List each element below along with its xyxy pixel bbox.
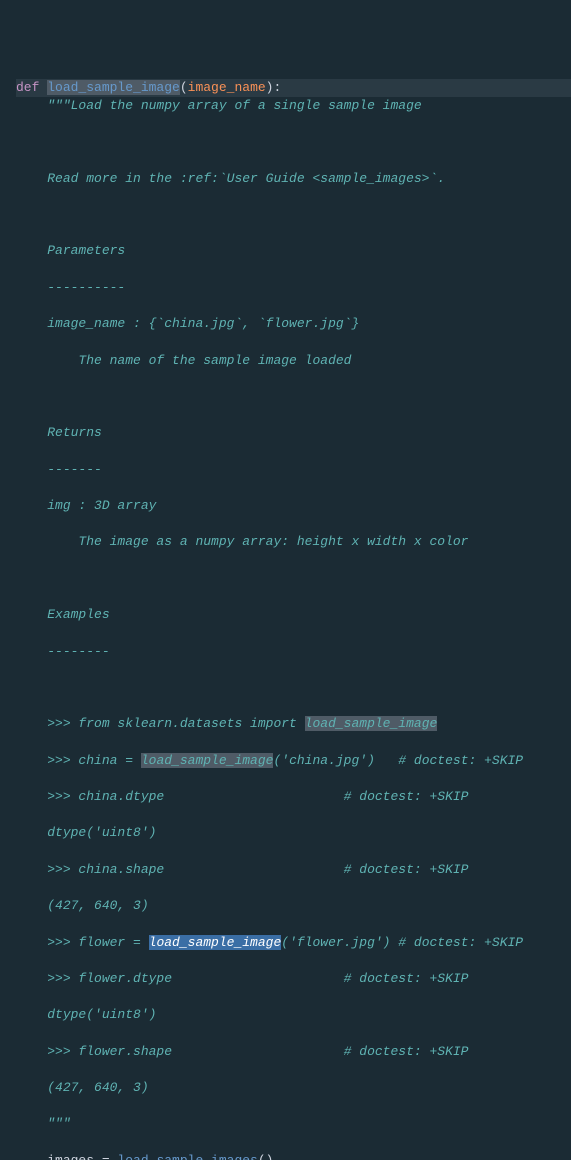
docstring-line[interactable]: """	[16, 1115, 571, 1133]
docstring-line[interactable]: The image as a numpy array: height x wid…	[16, 533, 571, 551]
docstring-line[interactable]: --------	[16, 643, 571, 661]
search-match-active: load_sample_image	[149, 935, 282, 950]
function-name: load_sample_image	[47, 80, 180, 95]
docstring-line[interactable]: ----------	[16, 279, 571, 297]
code-line[interactable]: images = load_sample_images()	[16, 1152, 571, 1160]
docstring-line[interactable]	[16, 679, 571, 697]
docstring-line[interactable]: (427, 640, 3)	[16, 1079, 571, 1097]
paren: ):	[266, 80, 282, 95]
parameter: image_name	[188, 80, 266, 95]
search-match: load_sample_image	[305, 716, 438, 731]
docstring-line[interactable]: dtype('uint8')	[16, 1006, 571, 1024]
docstring-line[interactable]: Returns	[16, 424, 571, 442]
docstring-line[interactable]: Read more in the :ref:`User Guide <sampl…	[16, 170, 571, 188]
search-match: load_sample_image	[141, 753, 274, 768]
docstring-line[interactable]	[16, 206, 571, 224]
docstring-line[interactable]: """Load the numpy array of a single samp…	[16, 97, 571, 115]
docstring-line[interactable]: >>> china.shape # doctest: +SKIP	[16, 861, 571, 879]
code-line-def[interactable]: def load_sample_image(image_name):	[16, 79, 571, 97]
docstring-line[interactable]: img : 3D array	[16, 497, 571, 515]
docstring-line[interactable]: (427, 640, 3)	[16, 897, 571, 915]
docstring-line[interactable]: >>> flower.dtype # doctest: +SKIP	[16, 970, 571, 988]
docstring-line[interactable]: >>> china = load_sample_image('china.jpg…	[16, 752, 571, 770]
docstring-line[interactable]: >>> flower = load_sample_image('flower.j…	[16, 934, 571, 952]
docstring-line[interactable]: dtype('uint8')	[16, 824, 571, 842]
docstring-line[interactable]: Examples	[16, 606, 571, 624]
keyword-def: def	[16, 80, 39, 95]
docstring-line[interactable]	[16, 570, 571, 588]
docstring-line[interactable]: -------	[16, 461, 571, 479]
docstring-line[interactable]: >>> china.dtype # doctest: +SKIP	[16, 788, 571, 806]
docstring-line[interactable]: image_name : {`china.jpg`, `flower.jpg`}	[16, 315, 571, 333]
docstring-line[interactable]: >>> flower.shape # doctest: +SKIP	[16, 1043, 571, 1061]
paren: (	[180, 80, 188, 95]
docstring-line[interactable]: The name of the sample image loaded	[16, 352, 571, 370]
docstring-line[interactable]: Parameters	[16, 242, 571, 260]
docstring-line[interactable]: >>> from sklearn.datasets import load_sa…	[16, 715, 571, 733]
docstring-line[interactable]	[16, 388, 571, 406]
docstring-line[interactable]	[16, 133, 571, 151]
